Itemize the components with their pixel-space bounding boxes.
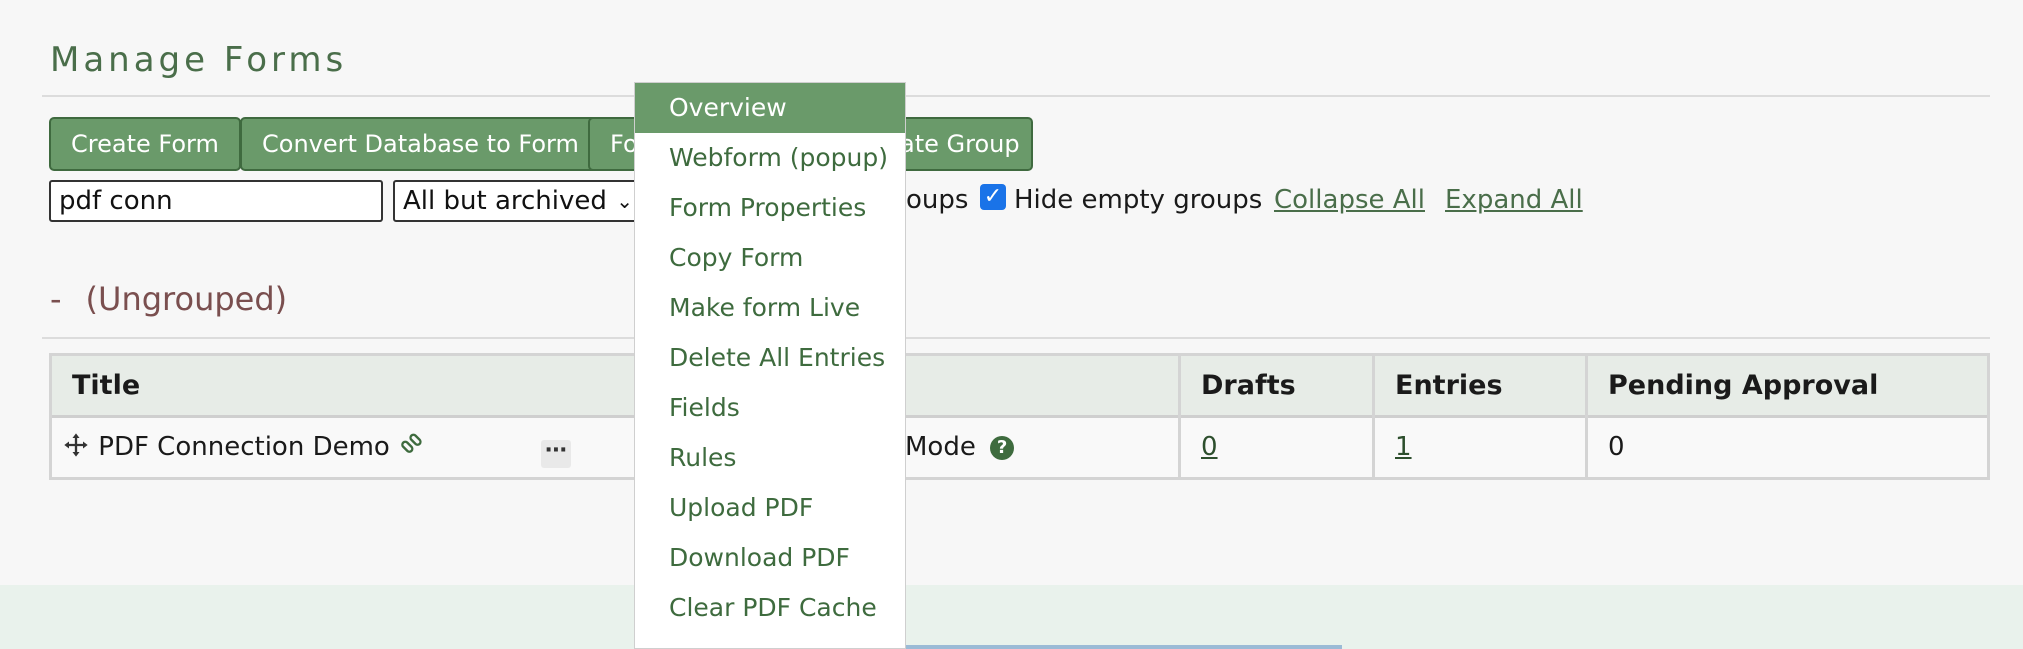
- entries-cell: 1: [1375, 418, 1585, 477]
- footer-band: [0, 585, 2023, 649]
- drafts-link[interactable]: 0: [1201, 432, 1218, 462]
- column-header-drafts: Drafts: [1201, 370, 1296, 401]
- group-divider: [42, 337, 1990, 339]
- mode-cell: Mode ?: [905, 418, 1175, 477]
- drafts-cell: 0: [1181, 418, 1371, 477]
- menu-item-copy-form[interactable]: Copy Form: [635, 233, 905, 283]
- pending-cell: 0: [1608, 432, 1625, 462]
- column-header-pending: Pending Approval: [1608, 370, 1879, 401]
- menu-item-delete-all-entries[interactable]: Delete All Entries: [635, 333, 905, 383]
- hide-empty-groups-checkbox[interactable]: ✓: [980, 184, 1006, 210]
- form-actions-menu: Overview Webform (popup) Form Properties…: [634, 82, 906, 649]
- menu-item-form-properties[interactable]: Form Properties: [635, 183, 905, 233]
- entries-link[interactable]: 1: [1395, 432, 1412, 462]
- group-name: (Ungrouped): [85, 280, 288, 318]
- collapse-toggle[interactable]: -: [50, 280, 62, 318]
- create-group-label: ate Group: [900, 130, 1020, 158]
- menu-item-rules[interactable]: Rules: [635, 433, 905, 483]
- column-header-entries: Entries: [1395, 370, 1503, 401]
- group-header[interactable]: - (Ungrouped): [50, 280, 287, 318]
- forms-table: Title Drafts Entries Pending Approval PD…: [49, 353, 1990, 480]
- chevron-down-icon: ⌄: [616, 189, 633, 213]
- create-form-button[interactable]: Create Form: [49, 117, 241, 171]
- form-title[interactable]: PDF Connection Demo: [98, 432, 390, 462]
- hide-empty-groups-label: Hide empty groups: [1014, 185, 1263, 215]
- more-dots-icon[interactable]: ⋯: [541, 440, 571, 468]
- check-icon: ✓: [983, 184, 1003, 209]
- collapse-all-link[interactable]: Collapse All: [1274, 185, 1425, 215]
- menu-item-webform-popup[interactable]: Webform (popup): [635, 133, 905, 183]
- menu-item-overview[interactable]: Overview: [635, 83, 905, 133]
- help-circle-icon[interactable]: ?: [990, 435, 1015, 460]
- move-arrows-icon[interactable]: [62, 431, 90, 465]
- search-input[interactable]: [49, 180, 383, 222]
- menu-item-clear-pdf-cache[interactable]: Clear PDF Cache: [635, 583, 905, 633]
- convert-database-button[interactable]: Convert Database to Form: [240, 117, 601, 171]
- footer-strip: [906, 645, 1342, 649]
- expand-all-link[interactable]: Expand All: [1445, 185, 1583, 215]
- show-groups-label: oups: [906, 185, 969, 215]
- status-select-value: All but archived: [403, 186, 607, 216]
- link-icon: [398, 431, 426, 465]
- page-title: Manage Forms: [50, 40, 348, 80]
- menu-item-download-pdf[interactable]: Download PDF: [635, 533, 905, 583]
- status-select[interactable]: All but archived ⌄: [393, 180, 643, 222]
- menu-item-upload-pdf[interactable]: Upload PDF: [635, 483, 905, 533]
- column-header-title: Title: [72, 370, 141, 401]
- title-divider: [42, 95, 1990, 97]
- menu-item-make-form-live[interactable]: Make form Live: [635, 283, 905, 333]
- mode-label: Mode: [905, 432, 976, 462]
- menu-item-fields[interactable]: Fields: [635, 383, 905, 433]
